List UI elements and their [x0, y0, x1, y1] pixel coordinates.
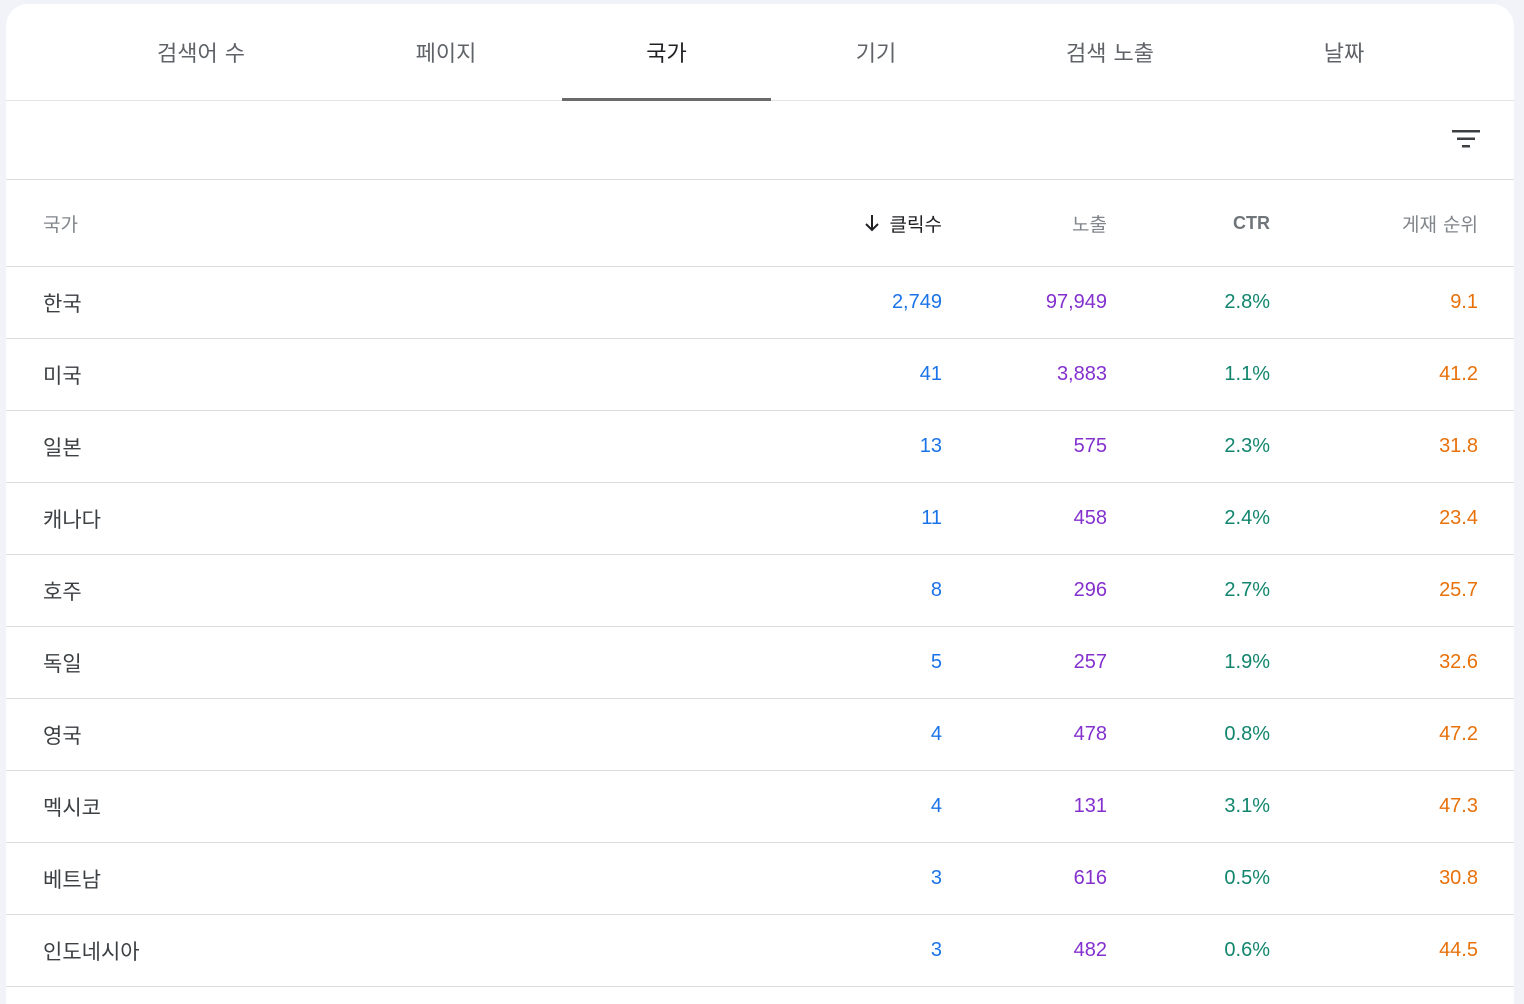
table-body: 한국 2,749 97,949 2.8% 9.1 미국 41 3,883 1.1… — [6, 267, 1514, 987]
impressions-cell: 575 — [1073, 435, 1107, 457]
clicks-cell: 5 — [930, 651, 942, 673]
impressions-cell: 478 — [1073, 723, 1107, 745]
column-header-position[interactable]: 게재 순위 — [1402, 180, 1478, 266]
filter-rows-button[interactable] — [1446, 119, 1486, 159]
position-cell: 32.6 — [1439, 651, 1478, 673]
country-cell: 영국 — [43, 723, 82, 748]
dimension-tabs: 검색어 수 페이지 국가 기기 검색 노출 날짜 — [6, 4, 1514, 101]
ctr-cell: 1.1% — [1224, 363, 1270, 385]
country-cell: 인도네시아 — [43, 939, 140, 964]
table-row[interactable]: 일본 13 575 2.3% 31.8 — [6, 411, 1514, 483]
ctr-cell: 2.8% — [1224, 291, 1270, 313]
table-toolbar — [6, 101, 1514, 180]
ctr-cell: 0.8% — [1224, 723, 1270, 745]
position-cell: 47.2 — [1439, 723, 1478, 745]
clicks-cell: 3 — [930, 939, 942, 961]
table-row[interactable]: 캐나다 11 458 2.4% 23.4 — [6, 483, 1514, 555]
country-cell: 한국 — [43, 291, 82, 316]
ctr-cell: 1.9% — [1224, 651, 1270, 673]
country-cell: 일본 — [43, 435, 82, 460]
column-header-clicks[interactable]: 클릭수 — [864, 180, 942, 266]
column-header-country[interactable]: 국가 — [43, 180, 78, 266]
country-cell: 호주 — [43, 579, 82, 604]
table-row[interactable]: 한국 2,749 97,949 2.8% 9.1 — [6, 267, 1514, 339]
tab-label: 검색 노출 — [1066, 42, 1154, 67]
position-cell: 44.5 — [1439, 939, 1478, 961]
table-row[interactable]: 미국 41 3,883 1.1% 41.2 — [6, 339, 1514, 411]
tab-label: 페이지 — [415, 42, 477, 67]
ctr-cell: 0.5% — [1224, 867, 1270, 889]
tab-countries[interactable]: 국가 — [562, 4, 771, 101]
country-cell: 캐나다 — [43, 507, 101, 532]
table-row[interactable]: 베트남 3 616 0.5% 30.8 — [6, 843, 1514, 915]
table-row[interactable]: 인도네시아 3 482 0.6% 44.5 — [6, 915, 1514, 987]
position-cell: 31.8 — [1439, 435, 1478, 457]
tab-label: 국가 — [646, 42, 687, 67]
column-header-label: 노출 — [1072, 213, 1107, 236]
tab-queries[interactable]: 검색어 수 — [106, 4, 296, 100]
position-cell: 23.4 — [1439, 507, 1478, 529]
position-cell: 25.7 — [1439, 579, 1478, 601]
tab-devices[interactable]: 기기 — [776, 4, 976, 100]
arrow-down-icon — [864, 213, 880, 233]
country-cell: 미국 — [43, 363, 82, 388]
ctr-cell: 0.6% — [1224, 939, 1270, 961]
impressions-cell: 482 — [1073, 939, 1107, 961]
column-header-label: 게재 순위 — [1402, 213, 1478, 236]
clicks-cell: 13 — [919, 435, 942, 457]
country-cell: 멕시코 — [43, 795, 101, 820]
table-row[interactable]: 멕시코 4 131 3.1% 47.3 — [6, 771, 1514, 843]
table-row[interactable]: 영국 4 478 0.8% 47.2 — [6, 699, 1514, 771]
clicks-cell: 11 — [921, 507, 942, 529]
clicks-cell: 3 — [930, 867, 942, 889]
performance-card: 검색어 수 페이지 국가 기기 검색 노출 날짜 국가 클릭수 노출 CTR 게… — [6, 4, 1514, 1004]
position-cell: 41.2 — [1439, 363, 1478, 385]
column-header-impressions[interactable]: 노출 — [1072, 180, 1107, 266]
impressions-cell: 257 — [1073, 651, 1107, 673]
impressions-cell: 616 — [1073, 867, 1107, 889]
clicks-cell: 4 — [930, 723, 942, 745]
impressions-cell: 97,949 — [1045, 291, 1107, 313]
table-row[interactable]: 독일 5 257 1.9% 32.6 — [6, 627, 1514, 699]
filter-list-icon — [1452, 130, 1480, 148]
position-cell: 30.8 — [1439, 867, 1478, 889]
impressions-cell: 296 — [1073, 579, 1107, 601]
position-cell: 47.3 — [1439, 795, 1478, 817]
clicks-cell: 2,749 — [891, 291, 942, 313]
ctr-cell: 2.3% — [1224, 435, 1270, 457]
tab-label: 검색어 수 — [157, 42, 245, 67]
ctr-cell: 2.7% — [1224, 579, 1270, 601]
country-cell: 독일 — [43, 651, 82, 676]
tab-label: 날짜 — [1323, 42, 1365, 67]
ctr-cell: 3.1% — [1224, 795, 1270, 817]
ctr-cell: 2.4% — [1224, 507, 1270, 529]
tab-label: 기기 — [855, 42, 897, 67]
table-header: 국가 클릭수 노출 CTR 게재 순위 — [6, 180, 1514, 267]
column-header-ctr[interactable]: CTR — [1233, 180, 1270, 266]
tab-pages[interactable]: 페이지 — [346, 4, 546, 100]
impressions-cell: 3,883 — [1056, 363, 1107, 385]
table-row[interactable]: 호주 8 296 2.7% 25.7 — [6, 555, 1514, 627]
tab-dates[interactable]: 날짜 — [1244, 4, 1444, 100]
column-header-label: 클릭수 — [889, 213, 942, 236]
impressions-cell: 131 — [1073, 795, 1107, 817]
position-cell: 9.1 — [1450, 291, 1478, 313]
clicks-cell: 4 — [930, 795, 942, 817]
clicks-cell: 41 — [919, 363, 942, 385]
impressions-cell: 458 — [1073, 507, 1107, 529]
column-header-label: CTR — [1233, 212, 1270, 233]
clicks-cell: 8 — [930, 579, 942, 601]
country-cell: 베트남 — [43, 867, 101, 892]
tab-search-appearance[interactable]: 검색 노출 — [1010, 4, 1210, 100]
column-header-label: 국가 — [43, 213, 78, 236]
